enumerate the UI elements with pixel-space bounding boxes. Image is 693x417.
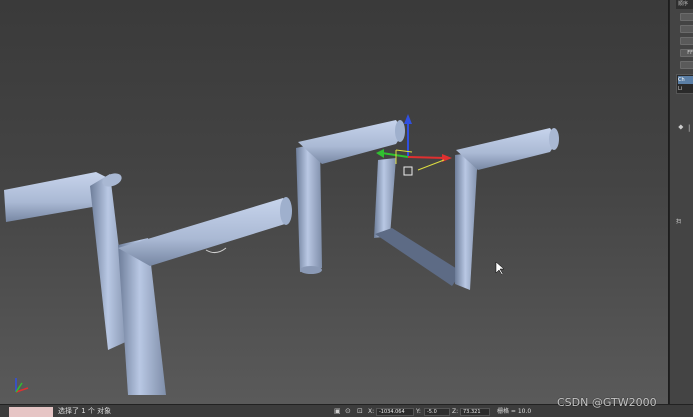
x-coord-label: X: bbox=[368, 408, 375, 415]
pipe-segment-right[interactable] bbox=[374, 128, 559, 290]
scene-canvas[interactable] bbox=[0, 0, 669, 404]
grid-size-text: 栅格 = 10.0 bbox=[497, 408, 532, 415]
pin-stack-icon[interactable]: ⯁ bbox=[678, 124, 684, 133]
panel-button-3[interactable] bbox=[680, 37, 693, 45]
modifier-item[interactable]: Li bbox=[678, 85, 693, 93]
y-coord-label: Y: bbox=[416, 408, 421, 415]
show-end-result-icon[interactable]: | bbox=[688, 124, 690, 132]
modifier-stack[interactable]: Ch Li bbox=[676, 74, 693, 94]
panel-button-4[interactable]: FF bbox=[680, 49, 693, 57]
x-coord-field[interactable]: -1034.064 bbox=[376, 408, 414, 416]
panel-button-2[interactable] bbox=[680, 25, 693, 33]
isolate-icon[interactable]: ⊙ bbox=[345, 406, 351, 417]
watermark-text: CSDN @GTW2000 bbox=[557, 396, 657, 409]
panel-button-5[interactable] bbox=[680, 61, 693, 69]
selection-status-text: 选择了 1 个 对象 bbox=[58, 407, 112, 415]
stack-tools: ⯁ | bbox=[676, 124, 693, 134]
3dsmax-window: 顺序 FF Ch Li ⯁ | 扫 选择了 1 个 对象 ▣ ⊙ ⊡ X: -1… bbox=[0, 0, 693, 417]
z-coord-label: Z: bbox=[452, 408, 459, 415]
selection-arc bbox=[205, 247, 227, 254]
mouse-cursor-icon bbox=[495, 261, 505, 276]
pipe-segment-left[interactable] bbox=[4, 171, 292, 395]
z-coord-field[interactable]: 73.321 bbox=[460, 408, 490, 416]
lock-selection-icon[interactable]: ▣ bbox=[334, 406, 341, 417]
view-axis-tripod-icon bbox=[15, 378, 29, 393]
perspective-viewport[interactable] bbox=[0, 0, 669, 404]
absolute-mode-icon[interactable]: ⊡ bbox=[357, 406, 363, 417]
selection-color-swatch[interactable] bbox=[9, 407, 53, 417]
modifier-item[interactable]: Ch bbox=[678, 76, 693, 84]
command-panel: 顺序 FF Ch Li ⯁ | 扫 bbox=[669, 0, 693, 404]
rollout-header[interactable]: 扫 bbox=[676, 218, 693, 227]
y-coord-field[interactable]: -5.0 bbox=[424, 408, 450, 416]
command-panel-tab[interactable]: 顺序 bbox=[676, 0, 693, 9]
panel-button-1[interactable] bbox=[680, 13, 693, 21]
